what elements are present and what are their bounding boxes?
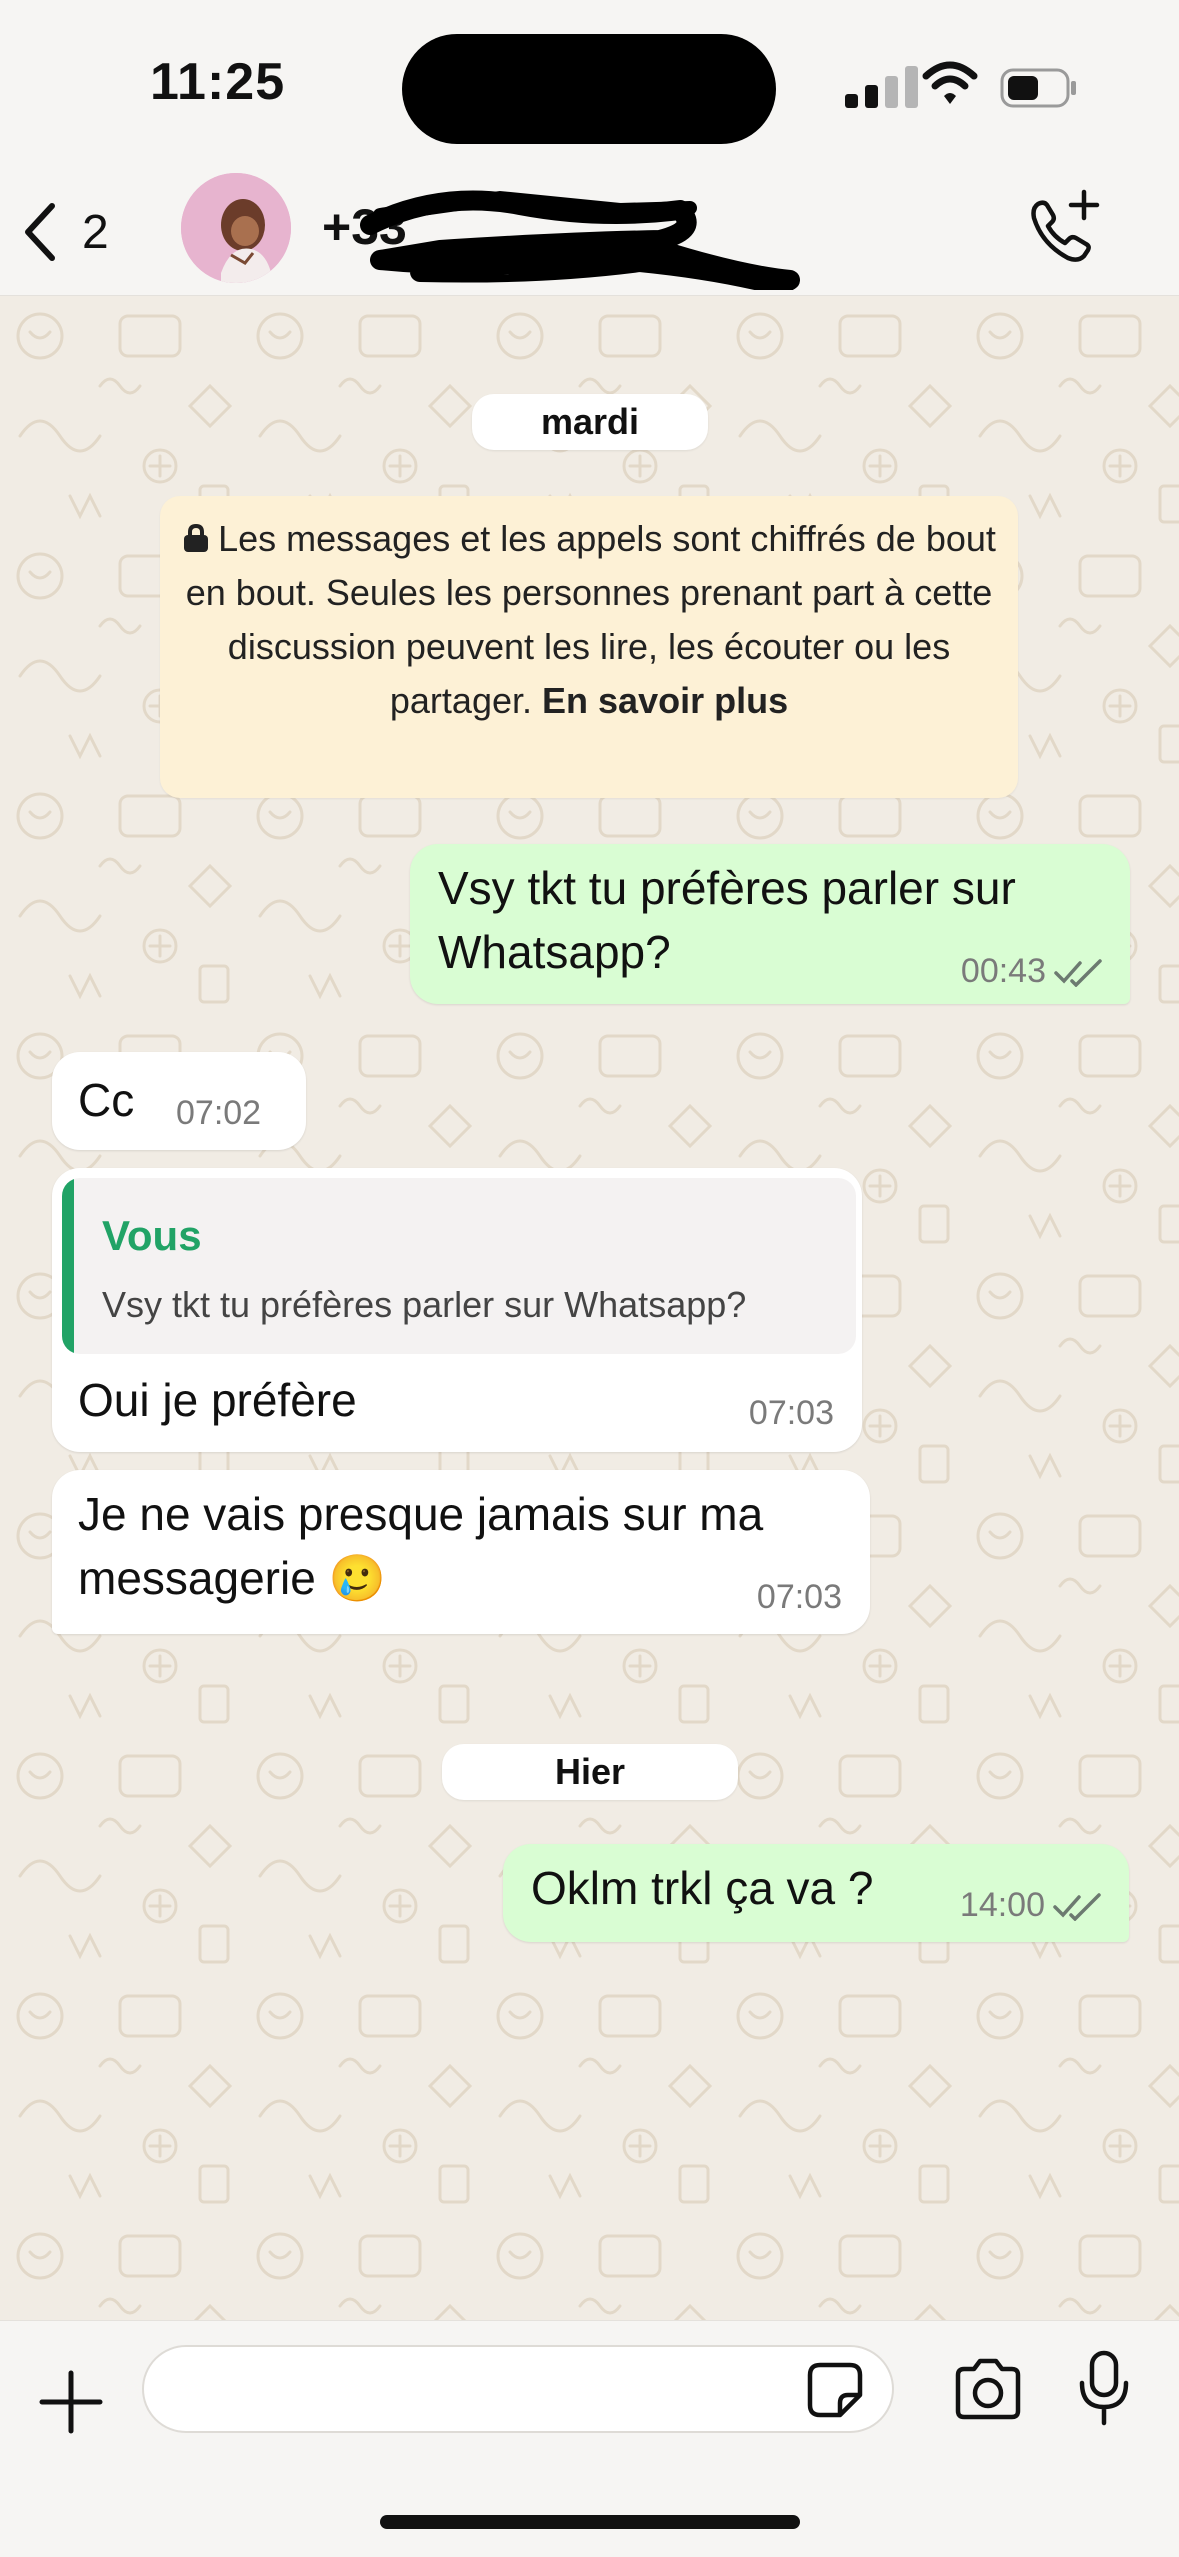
message-bubble-out[interactable]: Vsy tkt tu préfères parler sur Whatsapp?… — [410, 844, 1130, 1004]
date-separator: mardi — [472, 394, 708, 450]
message-time: 00:43 — [960, 952, 1046, 990]
message-meta: 00:43 — [961, 952, 1104, 991]
sticker-icon[interactable] — [806, 2361, 864, 2419]
redaction-scribble — [360, 190, 800, 290]
message-text: Cc — [78, 1074, 135, 1126]
back-button[interactable]: 2 — [20, 192, 109, 272]
quoted-message[interactable]: Vous Vsy tkt tu préfères parler sur What… — [62, 1178, 856, 1354]
message-composer — [0, 2320, 1179, 2557]
message-time: 07:02 — [176, 1094, 262, 1132]
message-text: Oklm trkl ça va ? — [531, 1862, 874, 1914]
message-meta: 14:00 — [960, 1886, 1103, 1925]
message-text: Je ne vais presque jamais sur ma message… — [78, 1488, 764, 1604]
battery-icon — [1000, 68, 1076, 108]
message-bubble-in-reply[interactable]: Vous Vsy tkt tu préfères parler sur What… — [52, 1168, 862, 1452]
home-indicator — [380, 2515, 800, 2529]
avatar-image — [181, 173, 291, 283]
wifi-icon — [922, 61, 978, 104]
back-chevron-icon — [25, 203, 55, 261]
message-text: Oui je préfère — [78, 1374, 357, 1426]
date-separator: Hier — [442, 1744, 738, 1800]
message-meta: 07:03 — [749, 1394, 834, 1433]
status-bar: 11:25 — [0, 0, 1179, 170]
plus-icon[interactable] — [36, 2367, 106, 2437]
quote-accent-bar — [62, 1178, 74, 1354]
quote-author: Vous — [102, 1212, 202, 1259]
camera-icon[interactable] — [952, 2357, 1024, 2423]
chat-header: 2 +33 — [0, 170, 1179, 296]
add-call-icon[interactable] — [1024, 188, 1102, 268]
double-check-icon — [1054, 958, 1102, 987]
chat-area[interactable]: mardi Les messages et les appels sont ch… — [0, 296, 1179, 2320]
status-time: 11:25 — [150, 53, 286, 111]
lock-icon — [184, 523, 209, 552]
avatar[interactable] — [181, 173, 291, 283]
dynamic-island — [402, 34, 776, 144]
message-time: 07:03 — [756, 1578, 842, 1616]
quote-text: Vsy tkt tu préfères parler sur Whatsapp? — [102, 1284, 747, 1325]
message-meta: 07:02 — [176, 1094, 261, 1133]
learn-more-link[interactable]: En savoir plus — [542, 680, 788, 721]
unread-count: 2 — [82, 205, 109, 259]
message-input[interactable] — [142, 2345, 894, 2433]
encryption-notice[interactable]: Les messages et les appels sont chiffrés… — [160, 496, 1018, 798]
message-time: 07:03 — [748, 1394, 834, 1432]
signal-icon — [845, 66, 918, 108]
double-check-icon — [1053, 1892, 1101, 1921]
message-bubble-out[interactable]: Oklm trkl ça va ? 14:00 — [503, 1844, 1129, 1942]
message-time: 14:00 — [959, 1886, 1045, 1924]
message-bubble-in[interactable]: Cc 07:02 — [52, 1052, 306, 1150]
message-meta: 07:03 — [757, 1578, 842, 1617]
mic-icon[interactable] — [1076, 2349, 1132, 2427]
message-bubble-in[interactable]: Je ne vais presque jamais sur ma message… — [52, 1470, 870, 1634]
